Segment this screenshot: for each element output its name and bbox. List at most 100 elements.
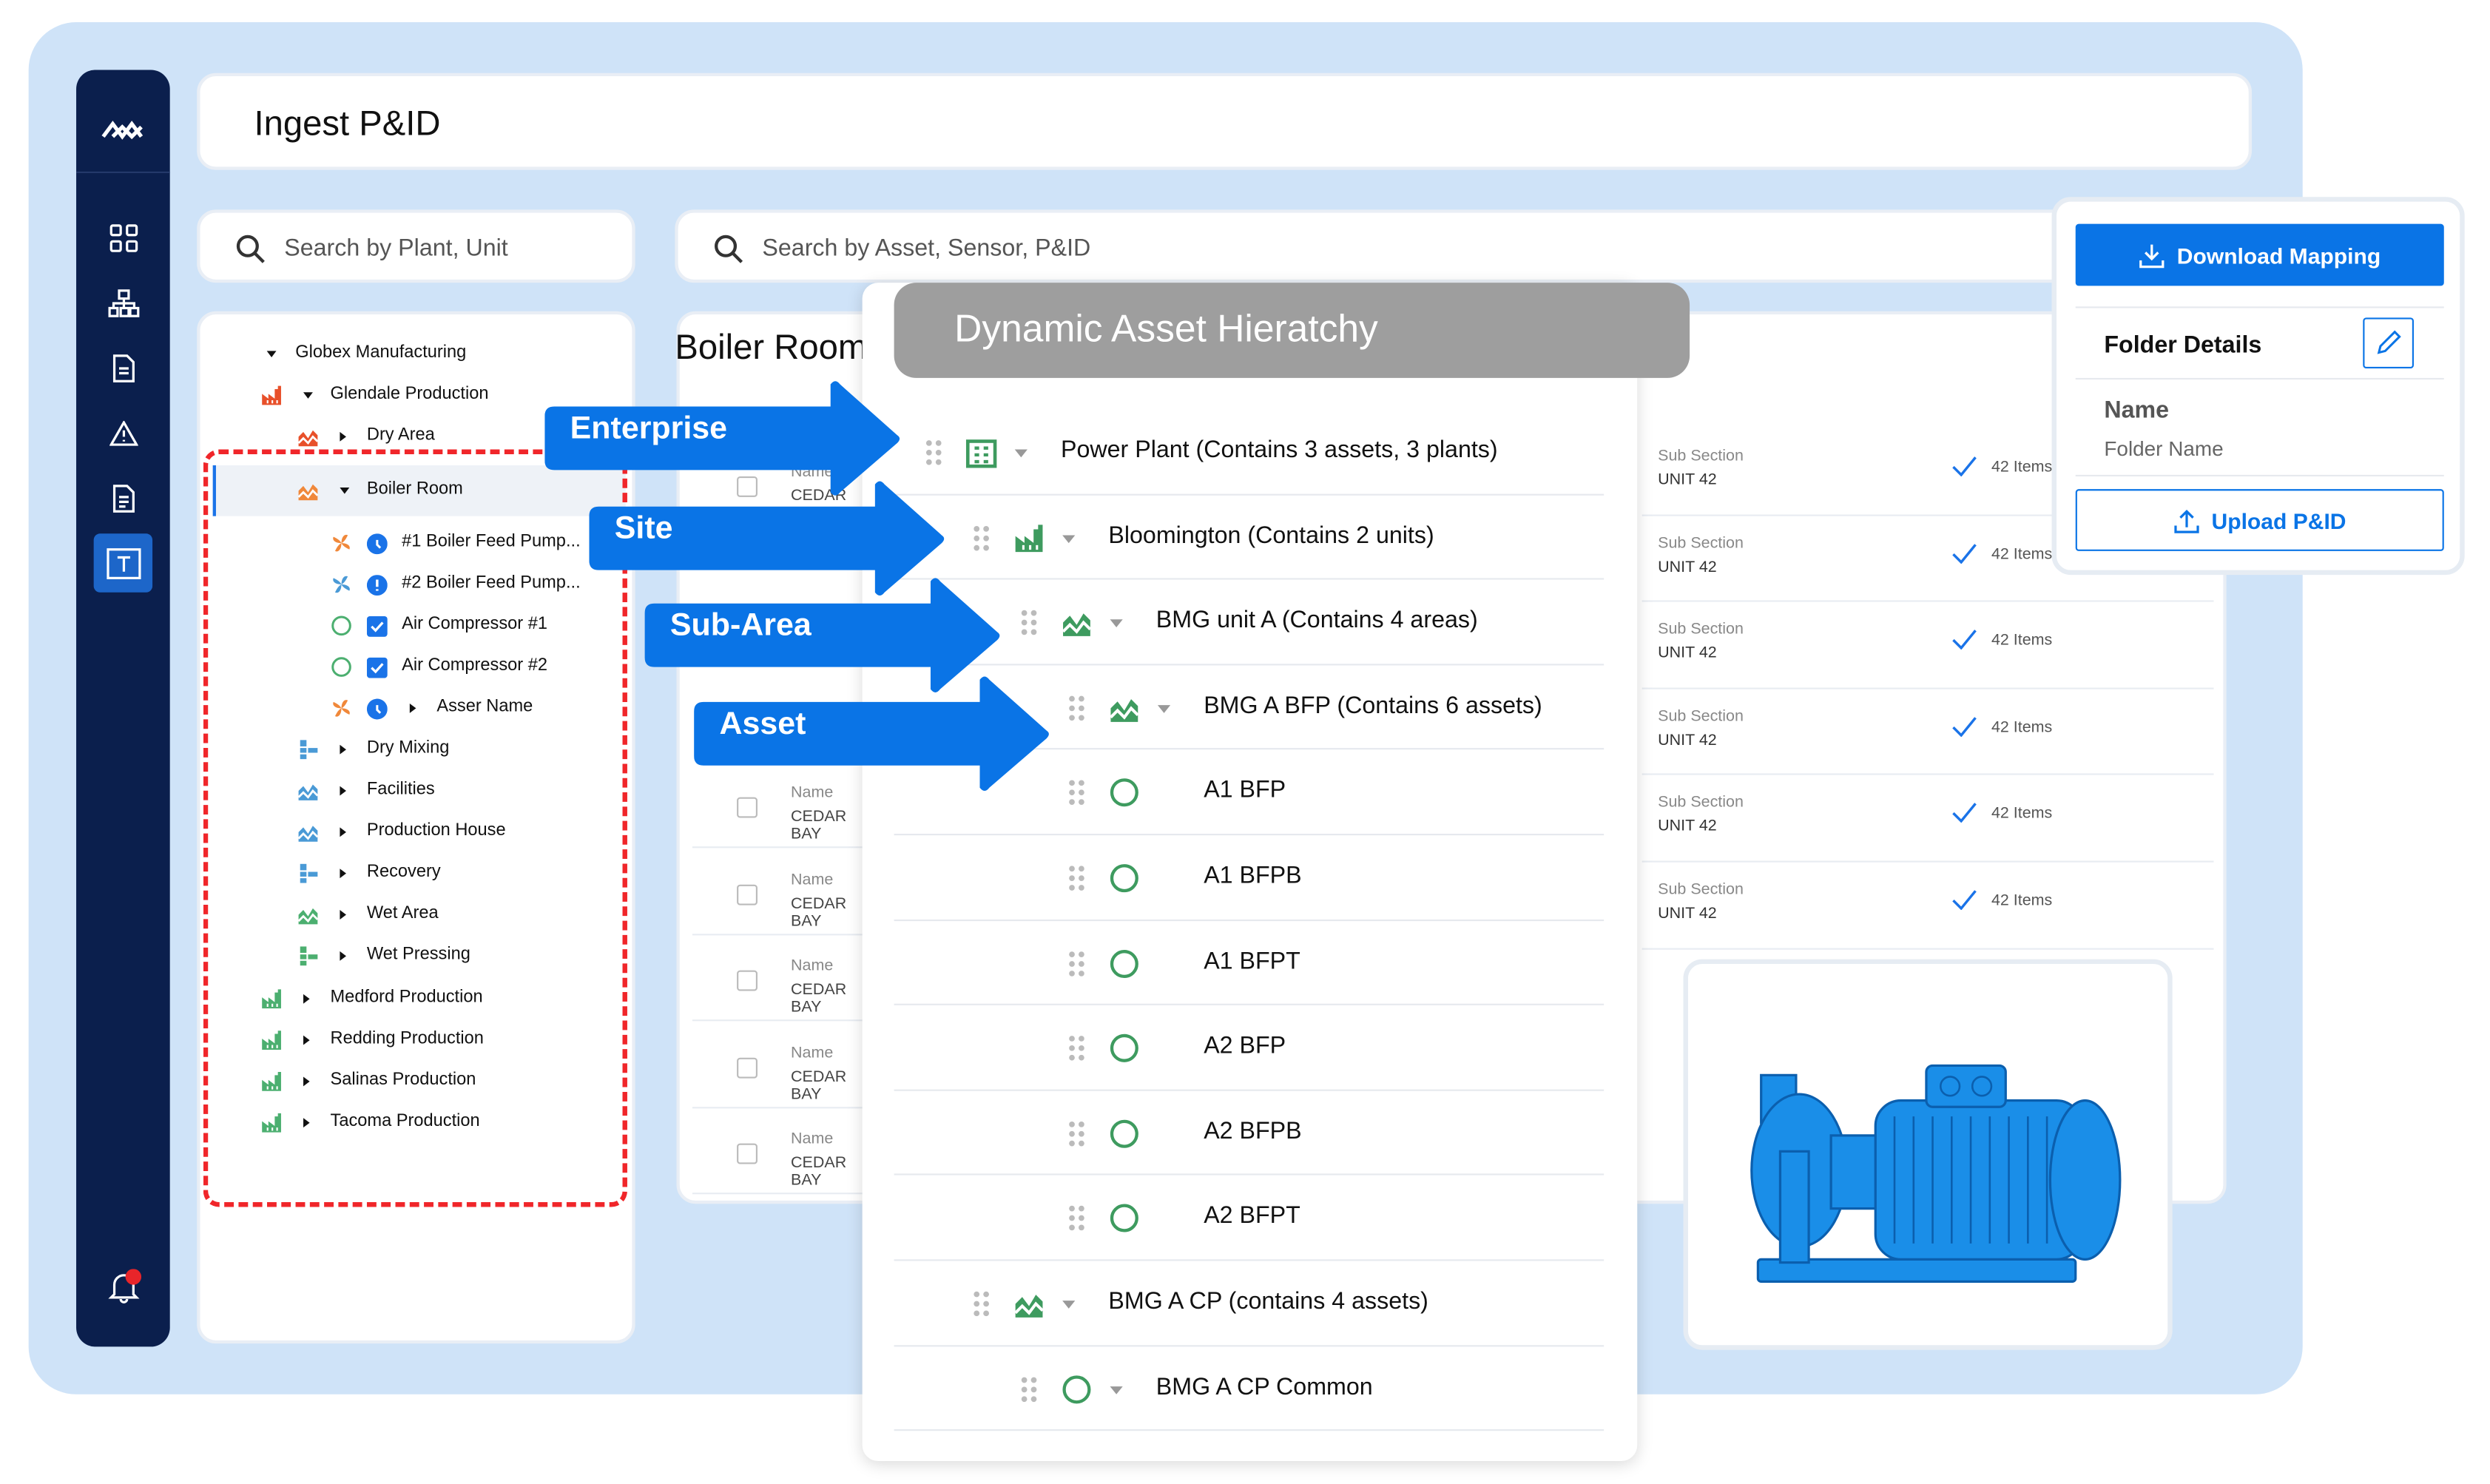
hierarchy-row-label: BMG unit A (Contains 4 areas) [1155, 607, 1478, 634]
hierarchy-row-label: A2 BFPB [1204, 1117, 1302, 1145]
table-row[interactable]: Name CEDAR BAY [692, 1022, 875, 1109]
row-name-label: Name [791, 1130, 834, 1149]
unit-value: UNIT 42 [1658, 905, 1717, 923]
hierarchy-row[interactable]: A1 BFPB [894, 835, 1605, 921]
tree-item-label: Dry Area [366, 425, 435, 445]
drag-handle-icon[interactable] [1069, 695, 1084, 729]
asset-search-input[interactable]: Search by Asset, Sensor, P&ID [675, 209, 2105, 283]
caret-down-icon[interactable] [1062, 534, 1076, 543]
hierarchy-row-label: A1 BFP [1204, 777, 1286, 805]
circle-icon [1108, 948, 1140, 988]
dashboard-icon[interactable] [98, 213, 148, 263]
circle-icon [1108, 1203, 1140, 1243]
table-row[interactable]: Sub Section UNIT 42 42 Items [1642, 775, 2214, 863]
caret-right-icon[interactable] [340, 431, 346, 442]
tree-item-label: Globex Manufacturing [295, 343, 467, 362]
sub-section-label: Sub Section [1658, 448, 1744, 465]
drag-handle-icon[interactable] [925, 440, 942, 473]
caret-down-icon[interactable] [266, 351, 277, 358]
table-row[interactable]: Name CEDAR BAY [692, 1108, 875, 1195]
drag-handle-icon[interactable] [974, 525, 989, 559]
caret-down-icon[interactable] [303, 392, 313, 399]
upload-pid-button[interactable]: Upload P&ID [2075, 489, 2444, 551]
callout-label: Asset [719, 706, 806, 742]
check-icon [1951, 541, 1977, 571]
sub-section-label: Sub Section [1658, 707, 1744, 726]
drag-handle-icon[interactable] [1069, 951, 1084, 984]
hierarchy-row-label: BMG A BFP (Contains 6 assets) [1204, 692, 1542, 720]
tree-item[interactable]: Globex Manufacturing [0, 338, 635, 370]
callout-arrow-asset: Asset [694, 673, 1053, 794]
circle-icon [1108, 778, 1140, 817]
check-icon [1951, 888, 1977, 918]
plant-icon [1013, 522, 1045, 561]
area-icon [1108, 692, 1140, 732]
hierarchy-row[interactable]: BMG A CP (contains 4 assets) [894, 1261, 1605, 1346]
hierarchy-row-label: A1 BFPB [1204, 862, 1302, 890]
hierarchy-row-label: Power Plant (Contains 3 assets, 3 plants… [1060, 436, 1498, 464]
page-header: Ingest P&ID [197, 72, 2253, 170]
download-mapping-button[interactable]: Download Mapping [2075, 223, 2444, 286]
table-row[interactable]: Sub Section UNIT 42 42 Items [1642, 863, 2214, 949]
drag-handle-icon[interactable] [1069, 1206, 1084, 1239]
row-checkbox[interactable] [737, 797, 758, 818]
section-heading: Boiler Room [675, 327, 866, 367]
row-checkbox[interactable] [737, 1057, 758, 1079]
building-icon [965, 436, 997, 476]
caret-down-icon[interactable] [1014, 449, 1028, 458]
asset-search-placeholder: Search by Asset, Sensor, P&ID [762, 235, 1091, 263]
callout-label: Enterprise [570, 411, 728, 447]
callout-label: Site [614, 511, 673, 547]
area-icon [1013, 1288, 1045, 1328]
hierarchy-row[interactable]: Power Plant (Contains 3 assets, 3 plants… [894, 410, 1605, 495]
hierarchy-row[interactable]: A2 BFP [894, 1005, 1605, 1091]
drag-handle-icon[interactable] [974, 1291, 989, 1324]
caret-down-icon[interactable] [1110, 619, 1123, 628]
tree-item[interactable]: Glendale Production [0, 380, 635, 411]
hierarchy-row[interactable]: A1 BFPT [894, 920, 1605, 1006]
pump-image-card [1683, 959, 2173, 1350]
row-name-label: Name [791, 1045, 834, 1063]
caret-down-icon[interactable] [1110, 1386, 1123, 1394]
item-count: 42 Items [1991, 545, 2053, 564]
plant-search-input[interactable]: Search by Plant, Unit [197, 209, 635, 283]
item-count: 42 Items [1991, 632, 2053, 650]
row-checkbox[interactable] [737, 884, 758, 905]
table-row[interactable]: Sub Section UNIT 42 42 Items [1642, 689, 2214, 776]
hierarchy-row-label: BMG A CP (contains 4 assets) [1108, 1287, 1428, 1315]
hierarchy-row[interactable]: A2 BFPB [894, 1090, 1605, 1176]
hierarchy-header: Dynamic Asset Hieratchy [894, 283, 1690, 378]
caret-down-icon[interactable] [1062, 1301, 1076, 1309]
item-count: 42 Items [1991, 892, 2053, 911]
hierarchy-row[interactable]: BMG A CP Common [894, 1346, 1605, 1431]
pencil-icon [2377, 330, 2401, 354]
drag-handle-icon[interactable] [1069, 780, 1084, 814]
row-checkbox[interactable] [737, 1143, 758, 1164]
tree-item-label: Glendale Production [330, 384, 489, 404]
hierarchy-row[interactable]: A2 BFPT [894, 1176, 1605, 1261]
hierarchy-row-label: A2 BFPT [1204, 1202, 1300, 1230]
table-row[interactable]: Sub Section UNIT 42 42 Items [1642, 602, 2214, 689]
hierarchy-icon[interactable] [98, 278, 148, 328]
drag-handle-icon[interactable] [1021, 1376, 1037, 1409]
drag-handle-icon[interactable] [1069, 1121, 1084, 1154]
drag-handle-icon[interactable] [1021, 610, 1037, 644]
drag-handle-icon[interactable] [1069, 866, 1084, 899]
sub-section-label: Sub Section [1658, 621, 1744, 639]
plant-icon [260, 385, 283, 411]
drag-handle-icon[interactable] [1069, 1036, 1084, 1069]
logo-icon[interactable] [98, 105, 148, 155]
bell-icon[interactable] [98, 1261, 148, 1310]
upload-pid-label: Upload P&ID [2211, 507, 2346, 533]
table-row[interactable]: Name CEDAR BAY [692, 935, 875, 1022]
table-row[interactable]: Name CEDAR BAY [692, 849, 875, 936]
check-icon [1951, 715, 1977, 745]
tree-item[interactable]: Dry Area [0, 421, 635, 453]
caret-down-icon[interactable] [1157, 704, 1171, 713]
edit-button[interactable] [2363, 317, 2414, 369]
row-checkbox[interactable] [737, 970, 758, 991]
hierarchy-row[interactable]: Bloomington (Contains 2 units) [894, 495, 1605, 580]
check-icon [1951, 801, 1977, 832]
search-icon [715, 235, 743, 263]
search-icon [236, 235, 265, 263]
